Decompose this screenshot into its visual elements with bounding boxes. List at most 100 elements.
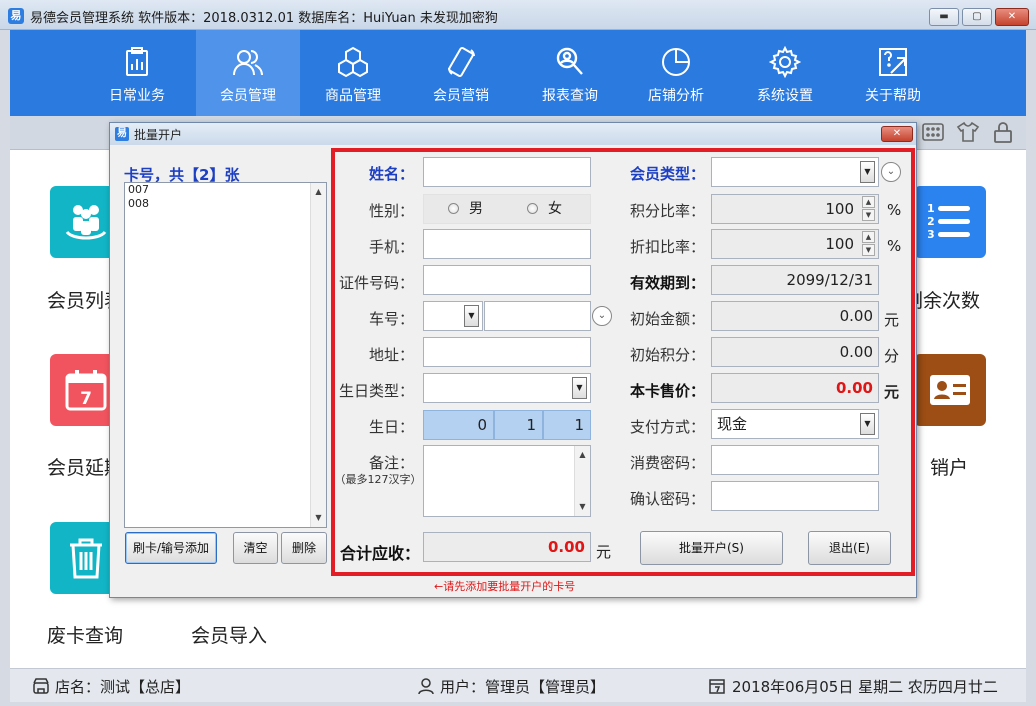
phone-tag-icon <box>448 46 475 78</box>
scroll-up-icon[interactable]: ▲ <box>575 448 590 462</box>
spin-up-icon[interactable]: ▲ <box>862 231 875 243</box>
spin-down-icon[interactable]: ▼ <box>862 244 875 256</box>
total-label: 合计应收： <box>339 544 420 563</box>
scroll-down-icon[interactable]: ▼ <box>311 511 326 525</box>
pie-chart-icon <box>662 48 690 76</box>
cancel-card-tile[interactable] <box>914 354 986 426</box>
delete-button[interactable]: 删除 <box>281 532 327 564</box>
list-item[interactable]: 007 <box>125 183 326 197</box>
discount-ratio-unit: % <box>887 237 902 255</box>
main-nav: 日常业务 会员管理 商品管理 会员营销 报表查询 店铺分析 系统设置 关于帮助 <box>10 30 1026 116</box>
password-input[interactable] <box>711 445 879 475</box>
gender-male-radio[interactable] <box>448 203 459 214</box>
id-number-input[interactable] <box>423 265 591 295</box>
expand-circle-icon[interactable]: ⌄ <box>881 162 901 182</box>
gender-female-radio[interactable] <box>527 203 538 214</box>
gender-label: 性别： <box>368 202 414 220</box>
discount-ratio-label: 折扣比率： <box>629 238 705 256</box>
shirt-icon[interactable] <box>956 120 980 144</box>
list-item[interactable]: 008 <box>125 197 326 211</box>
maximize-button[interactable]: ▢ <box>962 8 992 26</box>
spin-up-icon[interactable]: ▲ <box>862 196 875 208</box>
nav-store-analysis[interactable]: 店铺分析 <box>624 30 728 116</box>
birthday-day-input[interactable]: 1 <box>543 410 591 440</box>
window-title: 易德会员管理系统 软件版本：2018.0312.01 数据库名：HuiYuan … <box>30 11 498 26</box>
birthday-month-input[interactable]: 1 <box>494 410 543 440</box>
car-number-label: 车号： <box>368 310 414 328</box>
chevron-down-icon[interactable]: ▼ <box>572 377 587 399</box>
points-ratio-input[interactable]: 100 <box>711 194 879 224</box>
card-list[interactable]: 007 008 ▲ ▼ <box>124 182 327 528</box>
car-prefix-select[interactable]: ▼ <box>423 301 483 331</box>
card-price-label: 本卡售价： <box>629 382 705 400</box>
birthday-year-input[interactable]: 0 <box>423 410 494 440</box>
nav-report-query[interactable]: 报表查询 <box>518 30 622 116</box>
birthday-type-select[interactable]: ▼ <box>423 373 591 403</box>
nav-daily-business[interactable]: 日常业务 <box>85 30 189 116</box>
points-ratio-unit: % <box>887 201 902 219</box>
remark-textarea[interactable]: ▲ ▼ <box>423 445 591 517</box>
expand-circle-icon[interactable]: ⌄ <box>592 306 612 326</box>
cancel-card-label: 销户 <box>930 457 969 479</box>
swipe-add-button[interactable]: 刷卡/输号添加 <box>125 532 217 564</box>
close-button[interactable]: ✕ <box>995 8 1029 26</box>
status-bar: 店名：测试【总店】 用户：管理员【管理员】 2018年06月05日 星期二 农历… <box>10 668 1026 702</box>
calendar-small-icon <box>709 679 725 694</box>
nav-system-settings[interactable]: 系统设置 <box>733 30 837 116</box>
spin-down-icon[interactable]: ▼ <box>862 209 875 221</box>
discount-ratio-input[interactable]: 100 <box>711 229 879 259</box>
calendar-day: 7 <box>80 389 92 409</box>
member-type-select[interactable]: ▼ <box>711 157 879 187</box>
name-input[interactable] <box>423 157 591 187</box>
total-value: 0.00 <box>423 532 591 562</box>
gender-male-label: 男 <box>469 201 483 217</box>
chevron-down-icon[interactable]: ▼ <box>464 305 479 327</box>
store-name: 店名：测试【总店】 <box>55 678 191 696</box>
gender-female-label: 女 <box>548 201 562 217</box>
remark-scrollbar[interactable]: ▲ ▼ <box>574 446 590 516</box>
valid-until-input[interactable]: 2099/12/31 <box>711 265 879 295</box>
lock-icon[interactable] <box>991 120 1015 144</box>
car-number-input[interactable] <box>484 301 591 331</box>
scroll-up-icon[interactable]: ▲ <box>311 185 326 199</box>
nav-label: 报表查询 <box>542 88 598 104</box>
batch-open-button[interactable]: 批量开户(S) <box>640 531 783 565</box>
nav-label: 商品管理 <box>325 88 381 104</box>
nav-about-help[interactable]: 关于帮助 <box>841 30 945 116</box>
nav-label: 会员管理 <box>220 88 276 104</box>
chevron-down-icon[interactable]: ▼ <box>860 161 875 183</box>
phone-input[interactable] <box>423 229 591 259</box>
initial-amount-input[interactable]: 0.00 <box>711 301 879 331</box>
nav-member-marketing[interactable]: 会员营销 <box>409 30 513 116</box>
minimize-button[interactable]: ▬ <box>929 8 959 26</box>
clear-button[interactable]: 清空 <box>233 532 278 564</box>
calculator-icon[interactable] <box>921 120 945 144</box>
id-number-label: 证件号码： <box>338 274 414 292</box>
initial-points-input[interactable]: 0.00 <box>711 337 879 367</box>
add-cards-hint: ←请先添加要批量开户的卡号 <box>434 580 576 593</box>
card-list-scrollbar[interactable]: ▲ ▼ <box>310 183 326 527</box>
nav-product-management[interactable]: 商品管理 <box>301 30 405 116</box>
list-number: 2 <box>928 215 935 228</box>
users-icon <box>233 50 263 76</box>
trash-icon <box>70 538 102 579</box>
dialog-close-button[interactable]: ✕ <box>881 126 913 142</box>
confirm-password-input[interactable] <box>711 481 879 511</box>
user-icon <box>418 678 434 695</box>
card-price-value: 0.00 <box>711 373 879 403</box>
remaining-times-tile[interactable]: 1 2 3 <box>914 186 986 258</box>
nav-member-management[interactable]: 会员管理 <box>196 30 300 116</box>
app-logo-icon: 易 <box>8 8 24 24</box>
exit-button[interactable]: 退出(E) <box>808 531 891 565</box>
gear-icon <box>769 46 801 78</box>
remark-hint: （最多127汉字） <box>334 473 422 486</box>
total-unit: 元 <box>596 543 612 561</box>
abandoned-card-label: 废卡查询 <box>47 625 124 647</box>
chevron-down-icon[interactable]: ▼ <box>860 413 875 435</box>
payment-method-select[interactable]: 现金 ▼ <box>711 409 879 439</box>
payment-method-value: 现金 <box>717 415 748 433</box>
scroll-down-icon[interactable]: ▼ <box>575 500 590 514</box>
help-arrow-icon <box>879 48 907 76</box>
address-input[interactable] <box>423 337 591 367</box>
member-import-label[interactable]: 会员导入 <box>191 621 267 648</box>
